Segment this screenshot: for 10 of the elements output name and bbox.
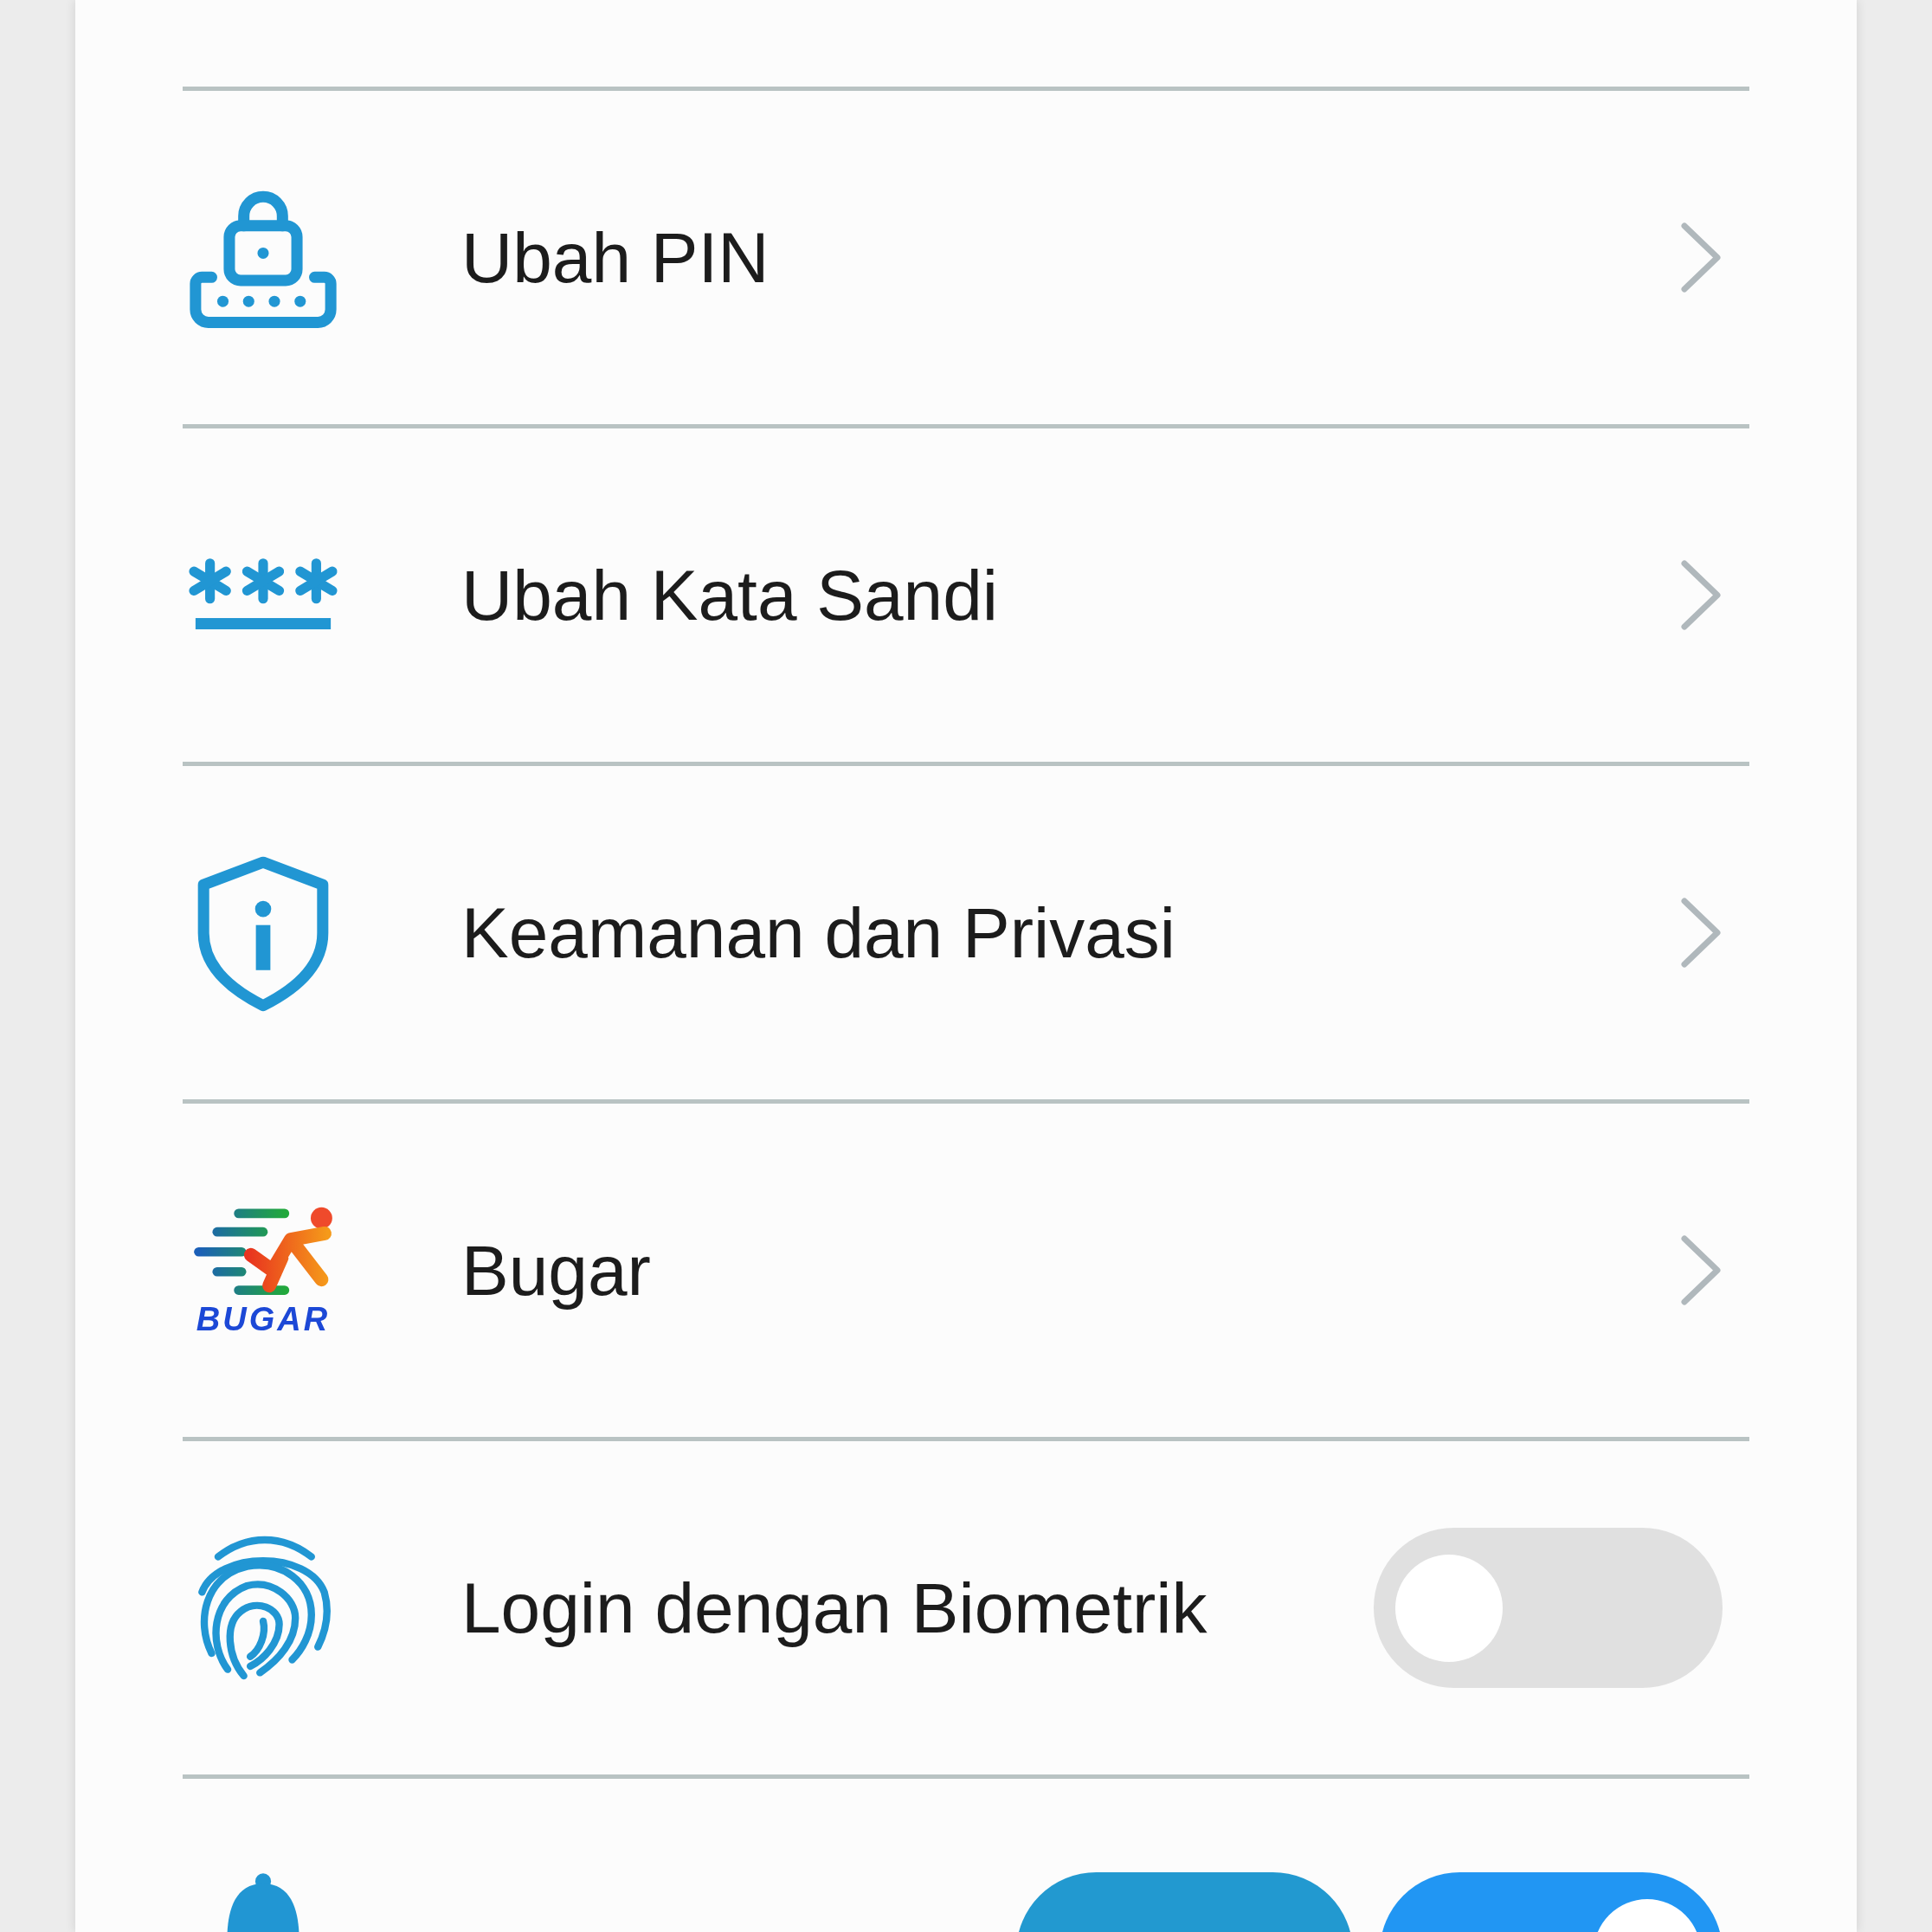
setting-label: Ubah PIN — [461, 216, 770, 299]
chevron-icon[interactable] — [1679, 896, 1723, 969]
chevron-icon[interactable] — [1679, 221, 1723, 294]
logo-text: BUGAR — [196, 1302, 331, 1336]
chevron-icon[interactable] — [1679, 558, 1723, 632]
setting-label: Bugar — [461, 1229, 652, 1311]
setting-label: Login dengan Biometrik — [461, 1567, 1208, 1649]
setting-label: Ubah Kata Sandi — [461, 554, 999, 636]
chevron-icon[interactable] — [1679, 1233, 1723, 1307]
setting-label: Keamanan dan Privasi — [461, 892, 1177, 974]
